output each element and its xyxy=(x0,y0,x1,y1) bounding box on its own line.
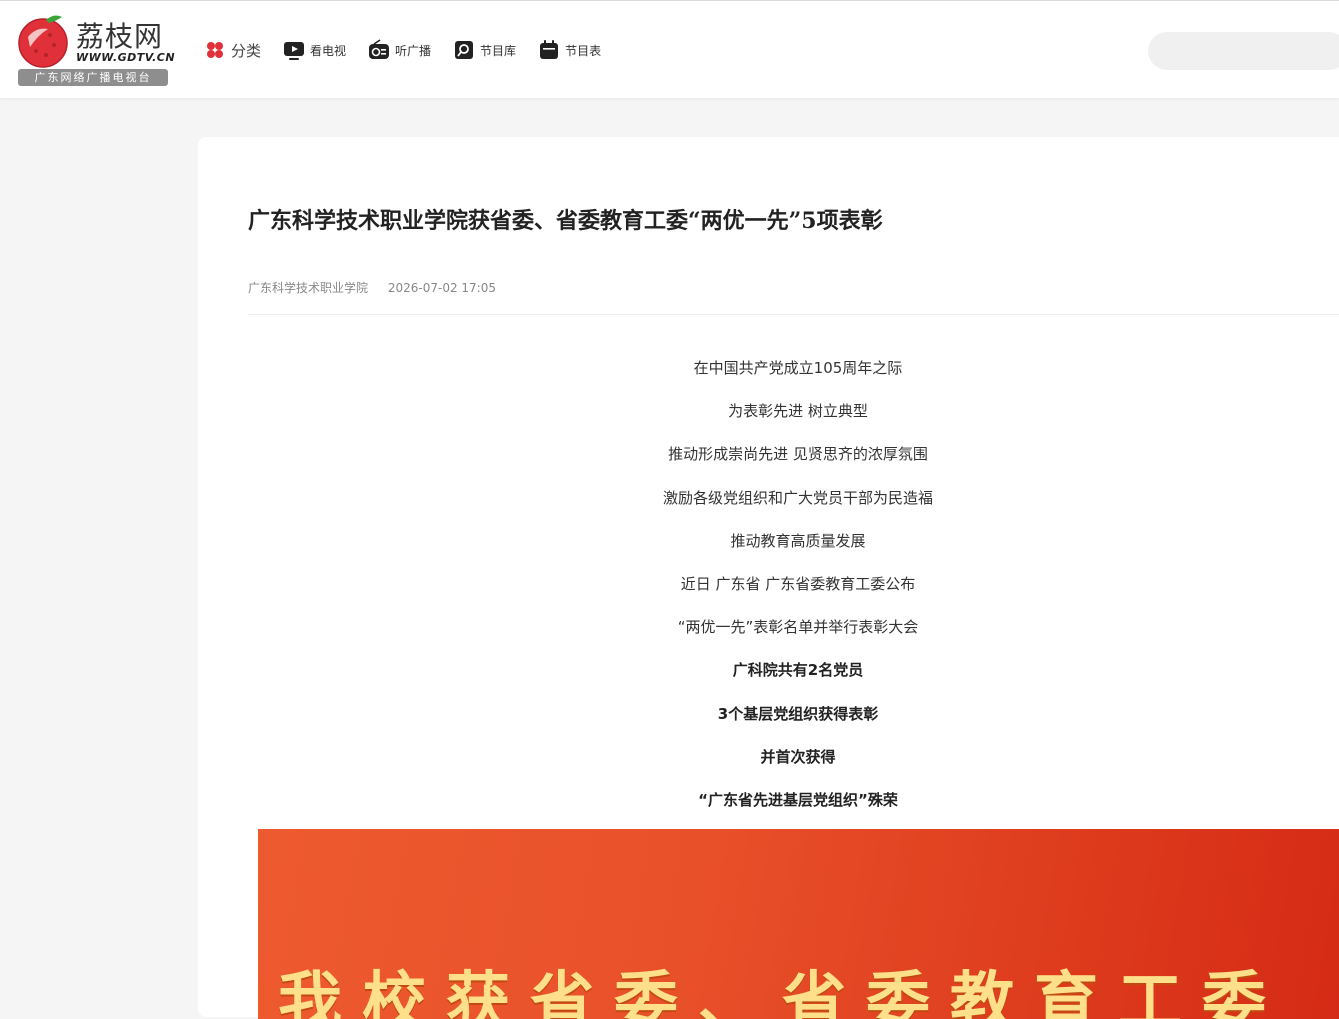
article-paragraph: 近日 广东省 广东省委教育工委公布 xyxy=(680,574,916,593)
article-source[interactable]: 广东科学技术职业学院 xyxy=(248,281,368,295)
nav-label: 分类 xyxy=(231,41,262,60)
article-paragraph: 推动教育高质量发展 xyxy=(730,531,866,550)
article-paragraph: 广科院共有2名党员 xyxy=(732,661,864,680)
article-paragraph: 并首次获得 xyxy=(760,747,836,766)
logo-name: 荔枝网 xyxy=(76,20,164,53)
nav-item-watch-tv[interactable]: 看电视 xyxy=(283,39,346,61)
nav-label: 听广播 xyxy=(395,43,432,58)
schedule-icon xyxy=(538,39,560,61)
tv-play-icon xyxy=(283,39,305,61)
nav-item-schedule[interactable]: 节目表 xyxy=(538,39,601,61)
nav-item-radio[interactable]: 听广播 xyxy=(368,39,431,61)
site-header: 荔枝网 WWW.GDTV.CN 广东网络广播电视台 分类 看电视 听广播 节目库… xyxy=(0,0,1339,98)
article-banner-image: 我校获省委、省委教育工委 xyxy=(258,829,1339,1019)
category-icon xyxy=(204,39,226,61)
program-library-icon xyxy=(453,39,475,61)
banner-headline: 我校获省委、省委教育工委 xyxy=(278,966,1286,1019)
nav-label: 节目表 xyxy=(565,43,602,58)
logo-domain: WWW.GDTV.CN xyxy=(76,51,176,64)
article-title: 广东科学技术职业学院获省委、省委教育工委“两优一先”5项表彰 xyxy=(248,208,883,234)
article-paragraph: 在中国共产党成立105周年之际 xyxy=(693,359,903,377)
article-paragraph: 激励各级党组织和广大党员干部为民造福 xyxy=(662,488,933,507)
lychee-logo-icon xyxy=(18,15,68,68)
nav-label: 看电视 xyxy=(310,43,347,58)
article-body: 在中国共产党成立105周年之际 为表彰先进 树立典型 推动形成崇尚先进 见贤思齐… xyxy=(498,357,1098,832)
article-datetime: 2026-07-02 17:05 xyxy=(387,281,496,295)
article-paragraph: “两优一先”表彰名单并举行表彰大会 xyxy=(677,618,919,637)
nav-item-program-library[interactable]: 节目库 xyxy=(453,39,516,61)
logo-tagline: 广东网络广播电视台 xyxy=(18,69,168,86)
article-paragraph: 为表彰先进 树立典型 xyxy=(728,402,868,421)
article-paragraph: 推动形成崇尚先进 见贤思齐的浓厚氛围 xyxy=(668,445,928,464)
title-divider xyxy=(248,314,1339,315)
search-input[interactable] xyxy=(1148,32,1339,70)
radio-icon xyxy=(368,39,390,61)
article-paragraph: “广东省先进基层党组织”殊荣 xyxy=(698,790,898,809)
site-logo[interactable]: 荔枝网 WWW.GDTV.CN 广东网络广播电视台 xyxy=(16,13,176,87)
main-nav: 分类 看电视 听广播 节目库 节目表 xyxy=(204,38,623,62)
article-meta: 广东科学技术职业学院 2026-07-02 17:05 xyxy=(248,279,496,296)
nav-label: 节目库 xyxy=(480,43,517,58)
article-card: 广东科学技术职业学院获省委、省委教育工委“两优一先”5项表彰 广东科学技术职业学… xyxy=(198,137,1339,1019)
article-paragraph: 3个基层党组织获得表彰 xyxy=(717,704,879,723)
nav-item-category[interactable]: 分类 xyxy=(204,39,261,61)
